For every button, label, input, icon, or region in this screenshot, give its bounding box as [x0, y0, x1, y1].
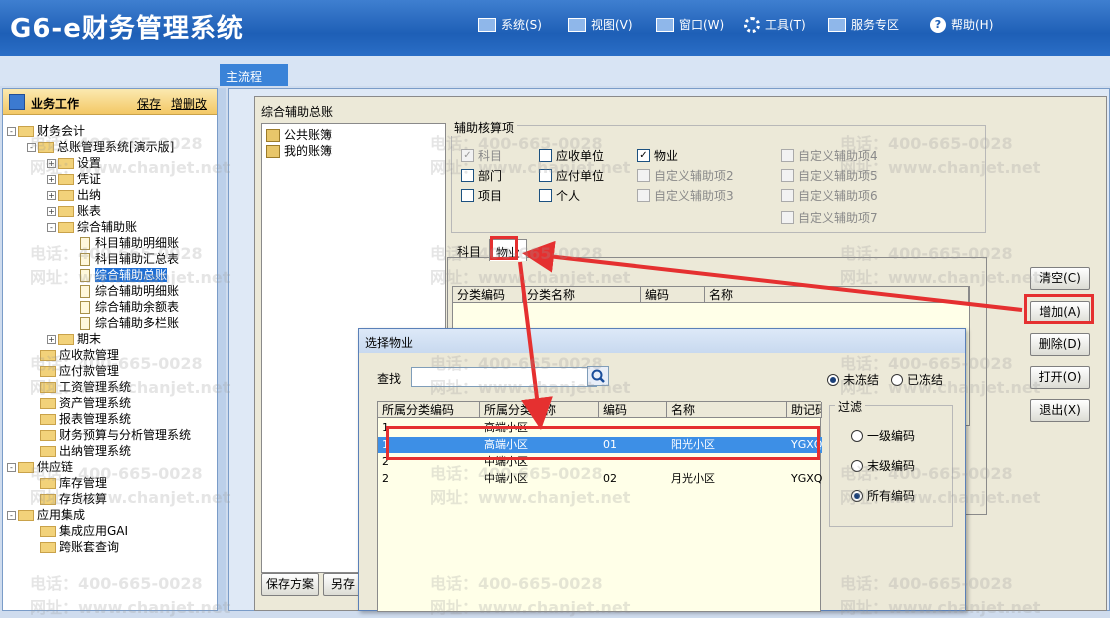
annotation-arrows [518, 240, 1023, 430]
